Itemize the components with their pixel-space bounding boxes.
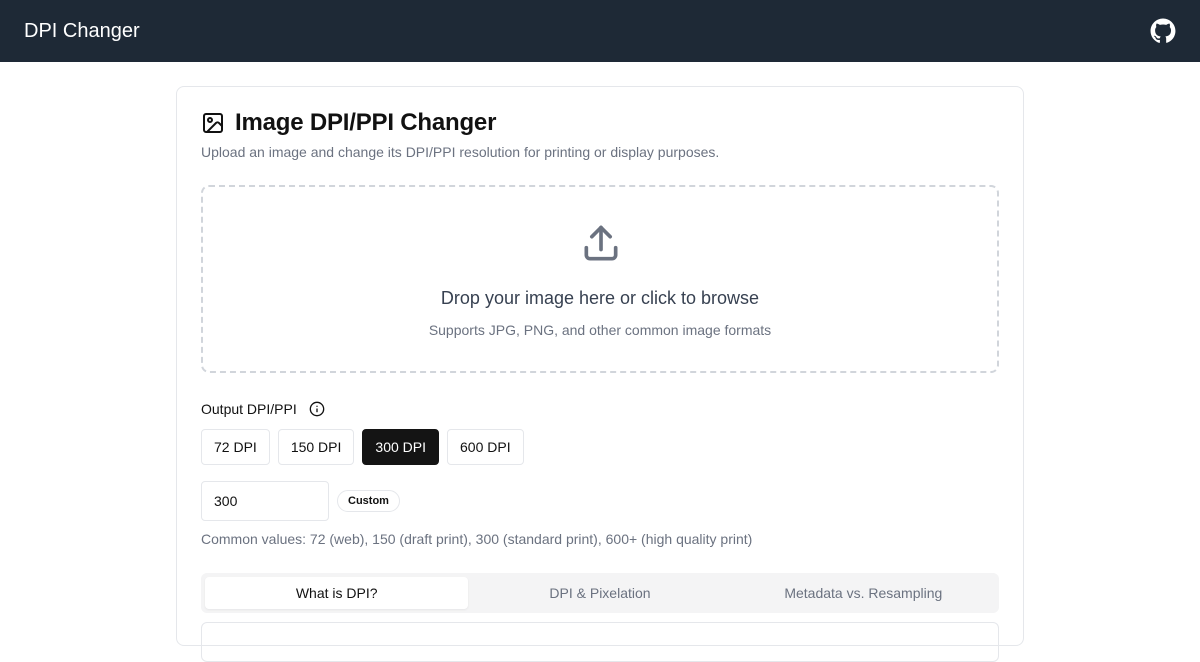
custom-badge: Custom (337, 490, 400, 512)
info-tabs: What is DPI? DPI & Pixelation Metadata v… (201, 573, 999, 613)
app-title: DPI Changer (24, 19, 140, 42)
tab-panel (201, 622, 999, 662)
dpi-presets: 72 DPI 150 DPI 300 DPI 600 DPI (201, 429, 524, 465)
github-icon[interactable] (1150, 18, 1176, 44)
page-title: Image DPI/PPI Changer (235, 109, 497, 136)
dropzone-subtitle: Supports JPG, PNG, and other common imag… (428, 322, 772, 338)
upload-icon (584, 225, 618, 261)
tab-dpi-pixelation[interactable]: DPI & Pixelation (468, 577, 731, 609)
dpi-changer-card: Image DPI/PPI Changer Upload an image an… (176, 86, 1024, 662)
page-subtitle: Upload an image and change its DPI/PPI r… (201, 144, 720, 160)
dpi-hint: Common values: 72 (web), 150 (draft prin… (201, 531, 753, 547)
tab-metadata-resampling[interactable]: Metadata vs. Resampling (732, 577, 995, 609)
preset-300-dpi-button[interactable]: 300 DPI (362, 429, 439, 465)
tab-what-is-dpi[interactable]: What is DPI? (205, 577, 469, 609)
preset-72-dpi-button[interactable]: 72 DPI (201, 429, 270, 465)
dpi-label-row: Output DPI/PPI (201, 401, 325, 417)
preset-600-dpi-button[interactable]: 600 DPI (447, 429, 524, 465)
output-dpi-label: Output DPI/PPI (201, 401, 297, 417)
preset-150-dpi-button[interactable]: 150 DPI (277, 429, 355, 465)
card-header: Image DPI/PPI Changer (201, 109, 496, 137)
image-dropzone[interactable]: Drop your image here or click to browse … (201, 185, 999, 373)
app-header: DPI Changer (0, 0, 1200, 62)
dpi-value-input[interactable] (201, 481, 329, 521)
image-icon (203, 113, 223, 133)
dropzone-title: Drop your image here or click to browse (440, 288, 760, 308)
info-icon[interactable] (309, 401, 325, 417)
